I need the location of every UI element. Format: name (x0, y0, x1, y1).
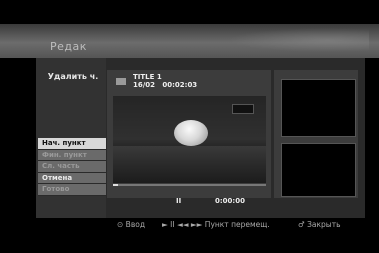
hint-enter: ⊙ Ввод (117, 220, 146, 229)
progress-bar (113, 184, 266, 186)
video-egg-object (174, 120, 208, 146)
hint-navigation: ► II ◄◄ ►► Пункт перемещ. (162, 220, 270, 229)
header-decoration (229, 28, 369, 52)
video-preview (113, 96, 266, 183)
menu-heading: Удалить ч. (47, 72, 99, 81)
menu-item-done[interactable]: Готово (38, 184, 106, 196)
video-date: 16/02 (133, 81, 156, 89)
pause-icon: II (176, 197, 182, 205)
menu-item-start-point[interactable]: Нач. пункт (38, 138, 106, 150)
menu-item-end-point[interactable]: Фин. пункт (38, 149, 106, 161)
thumbnail-start (281, 79, 356, 137)
progress-fill (113, 184, 118, 186)
video-duration: 00:02:03 (162, 81, 198, 89)
video-date-duration: 16/02 00:02:03 (133, 81, 197, 89)
playback-timecode: 0:00:00 (215, 197, 245, 205)
screen-title: Редак (50, 40, 87, 53)
menu-list: Нач. пункт Фин. пункт Сл. часть Отмена Г… (38, 138, 106, 196)
hint-close: ♂ Закрыть (298, 220, 341, 229)
thumbnail-end (281, 143, 356, 197)
video-ground (113, 146, 266, 183)
edit-screen: Редак Удалить ч. Нач. пункт Фин. пункт С… (0, 0, 379, 253)
video-badge (232, 104, 254, 114)
menu-item-cancel[interactable]: Отмена (38, 172, 106, 184)
film-icon (116, 78, 126, 85)
video-title: TITLE 1 (133, 73, 162, 81)
menu-item-next-part[interactable]: Сл. часть (38, 161, 106, 173)
